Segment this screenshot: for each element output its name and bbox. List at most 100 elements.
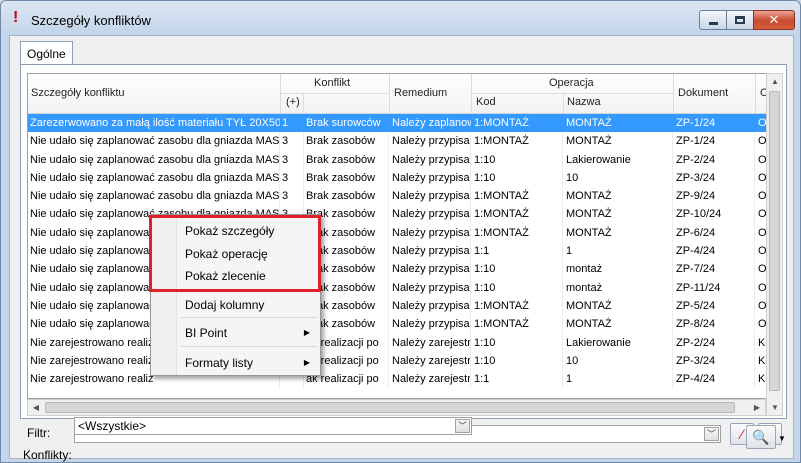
table-row[interactable]: Nie udało się zaplanować zasobu dla gnia… (28, 260, 779, 279)
cell-plus: 1 (282, 117, 289, 129)
header-dokument[interactable]: Dokument (678, 87, 728, 99)
context-menu: Pokaż szczegóły Pokaż operację Pokaż zlece… (150, 214, 321, 376)
minimize-button[interactable] (699, 10, 727, 30)
header-kod[interactable]: Kod (476, 96, 496, 108)
cell-szczegoly: Nie udało się zaplanować zasobu dla gnia… (28, 150, 280, 169)
header-divider (563, 94, 564, 114)
context-menu-item[interactable]: BI Point ▶ (151, 322, 320, 344)
cell-nazwa: MONTAŻ (564, 296, 673, 316)
scroll-down-icon[interactable]: ▼ (767, 400, 783, 415)
cell-dokument: ZP-5/24 (674, 296, 755, 316)
cell-remedium: Należy zarejestr (390, 333, 471, 352)
submenu-arrow-icon: ▶ (303, 328, 310, 337)
scroll-right-icon[interactable]: ▶ (749, 400, 765, 415)
cell-kod: 1:10 (472, 351, 563, 371)
table-row[interactable]: Zarezerwowano za małą ilość materiału TY… (28, 114, 779, 133)
filter-label: Filtr: (27, 426, 51, 440)
table-row[interactable]: Nie zarejestrowano realiz ak realizacji p… (28, 370, 779, 389)
table-row[interactable]: Nie udało się zaplanować zasobu dla gnia… (28, 296, 779, 316)
close-icon: ✕ (768, 12, 780, 27)
konflikty-value: <Wszystkie> (78, 419, 147, 433)
window-client: Ogólne Szczegóły konfliktu Konflikt (+) … (9, 35, 794, 462)
title-bar[interactable]: ! Szczegóły konfliktów ✕ (1, 1, 800, 35)
cell-dokument: ZP-1/24 (676, 117, 716, 129)
header-konflikt[interactable]: Konflikt (314, 77, 350, 89)
menu-separator (181, 290, 317, 291)
header-divider (755, 74, 756, 114)
cell-kod: 1:10 (472, 260, 563, 279)
close-button[interactable]: ✕ (753, 10, 795, 30)
table-row[interactable]: Nie udało się zaplanować zasobu dla gnia… (28, 132, 779, 151)
table-row[interactable]: Nie udało się zaplanować zasobu dla gnia… (28, 278, 779, 297)
cell-nazwa: 10 (564, 168, 673, 188)
cell-remedium: Należy przypisać (390, 168, 471, 188)
header-nazwa[interactable]: Nazwa (567, 96, 601, 108)
cell-nazwa: 1 (564, 370, 673, 389)
cell-remedium: Należy przypisać (390, 315, 471, 334)
search-button[interactable]: 🔍 (746, 425, 776, 449)
context-menu-item-label: Pokaż zlecenie (185, 269, 266, 283)
horizontal-scrollbar[interactable]: ◀ ▶ (27, 399, 766, 416)
context-menu-item-label: Pokaż szczegóły (185, 224, 275, 238)
conflicts-grid[interactable]: Szczegóły konfliktu Konflikt (+) Remediu… (27, 73, 780, 399)
context-menu-item-label: Pokaż operację (185, 247, 268, 261)
cell-remedium: Należy przypisać (390, 187, 471, 206)
table-row[interactable]: Nie udało się zaplanować zasobu dla gnia… (28, 242, 779, 261)
cell-remedium: Należy przypisać (390, 260, 471, 279)
context-menu-item[interactable]: Pokaż zlecenie (151, 265, 320, 287)
cell-kod: 1:10 (472, 168, 563, 188)
cell-kod: 1:MONTAŻ (472, 205, 563, 224)
cell-kod: 1:MONTAŻ (472, 132, 563, 151)
maximize-button[interactable] (726, 10, 754, 30)
scrollbar-thumb[interactable] (769, 91, 780, 391)
cell-nazwa: 1 (564, 242, 673, 261)
header-plus[interactable]: (+) (286, 96, 300, 108)
table-row[interactable]: Nie zarejestrowano realiz ak realizacji p… (28, 351, 779, 371)
scroll-up-icon[interactable]: ▲ (767, 74, 783, 89)
chevron-down-icon[interactable]: ﹀ (455, 419, 470, 433)
cell-dokument: ZP-11/24 (674, 278, 755, 297)
grid-header: Szczegóły konfliktu Konflikt (+) Remediu… (28, 74, 779, 114)
header-divider (389, 74, 390, 114)
vertical-scrollbar[interactable]: ▲ ▼ (766, 73, 783, 416)
header-operacja[interactable]: Operacja (549, 77, 594, 89)
tab-ogolne[interactable]: Ogólne (20, 41, 73, 65)
cell-konflikt: Brak surowców (306, 117, 381, 129)
window-title: Szczegóły konfliktów (31, 13, 151, 28)
conflicts-window: ! Szczegóły konfliktów ✕ Ogólne Szczegół… (0, 0, 801, 463)
cell-nazwa: Lakierowanie (564, 150, 673, 169)
scroll-left-icon[interactable]: ◀ (28, 400, 44, 415)
cell-remedium: Należy przypisać (390, 132, 471, 151)
search-icon: 🔍 (752, 428, 770, 445)
context-menu-item[interactable]: Pokaż operację (151, 243, 320, 265)
cell-kod: 1:MONTAŻ (472, 187, 563, 206)
cell-nazwa: MONTAŻ (564, 223, 673, 243)
header-divider (673, 74, 674, 114)
table-row[interactable]: Nie udało się zaplanować zasobu dla gnia… (28, 150, 779, 169)
table-row[interactable]: Nie udało się zaplanować zasobu dla gnia… (28, 168, 779, 188)
cell-dokument: ZP-1/24 (674, 132, 755, 151)
header-szczegoly[interactable]: Szczegóły konfliktu (31, 87, 125, 99)
cell-dokument: ZP-4/24 (674, 242, 755, 261)
cell-remedium: Należy przypisać (390, 278, 471, 297)
scrollbar-thumb[interactable] (45, 402, 735, 413)
table-row[interactable]: Nie udało się zaplanować zasobu dla gnia… (28, 187, 779, 206)
search-options-icon[interactable]: ▼ (778, 434, 786, 443)
context-menu-item[interactable]: Pokaż szczegóły (151, 220, 320, 242)
cell-nazwa: montaż (564, 260, 673, 279)
cell-nazwa: MONTAŻ (566, 117, 612, 129)
cell-dokument: ZP-4/24 (674, 370, 755, 389)
cell-kod: 1:MONTAŻ (474, 117, 529, 129)
konflikty-select[interactable]: <Wszystkie> ﹀ (74, 417, 472, 435)
maximize-icon (735, 16, 745, 24)
header-remedium[interactable]: Remedium (394, 87, 447, 99)
chevron-down-icon[interactable]: ﹀ (704, 427, 719, 441)
context-menu-item[interactable]: Dodaj kolumny (151, 294, 320, 316)
table-row[interactable]: Nie udało się zaplanować zasobu dla gnia… (28, 315, 779, 334)
cell-kod: 1:10 (472, 333, 563, 352)
context-menu-item[interactable]: Formaty listy ▶ (151, 352, 320, 374)
table-row[interactable]: Nie zarejestrowano realiz ak realizacji p… (28, 333, 779, 352)
cell-konflikt: Brak zasobów (304, 132, 389, 151)
table-row[interactable]: Nie udało się zaplanować zasobu dla gnia… (28, 205, 779, 224)
table-row[interactable]: Nie udało się zaplanować zasobu dla gnia… (28, 223, 779, 243)
